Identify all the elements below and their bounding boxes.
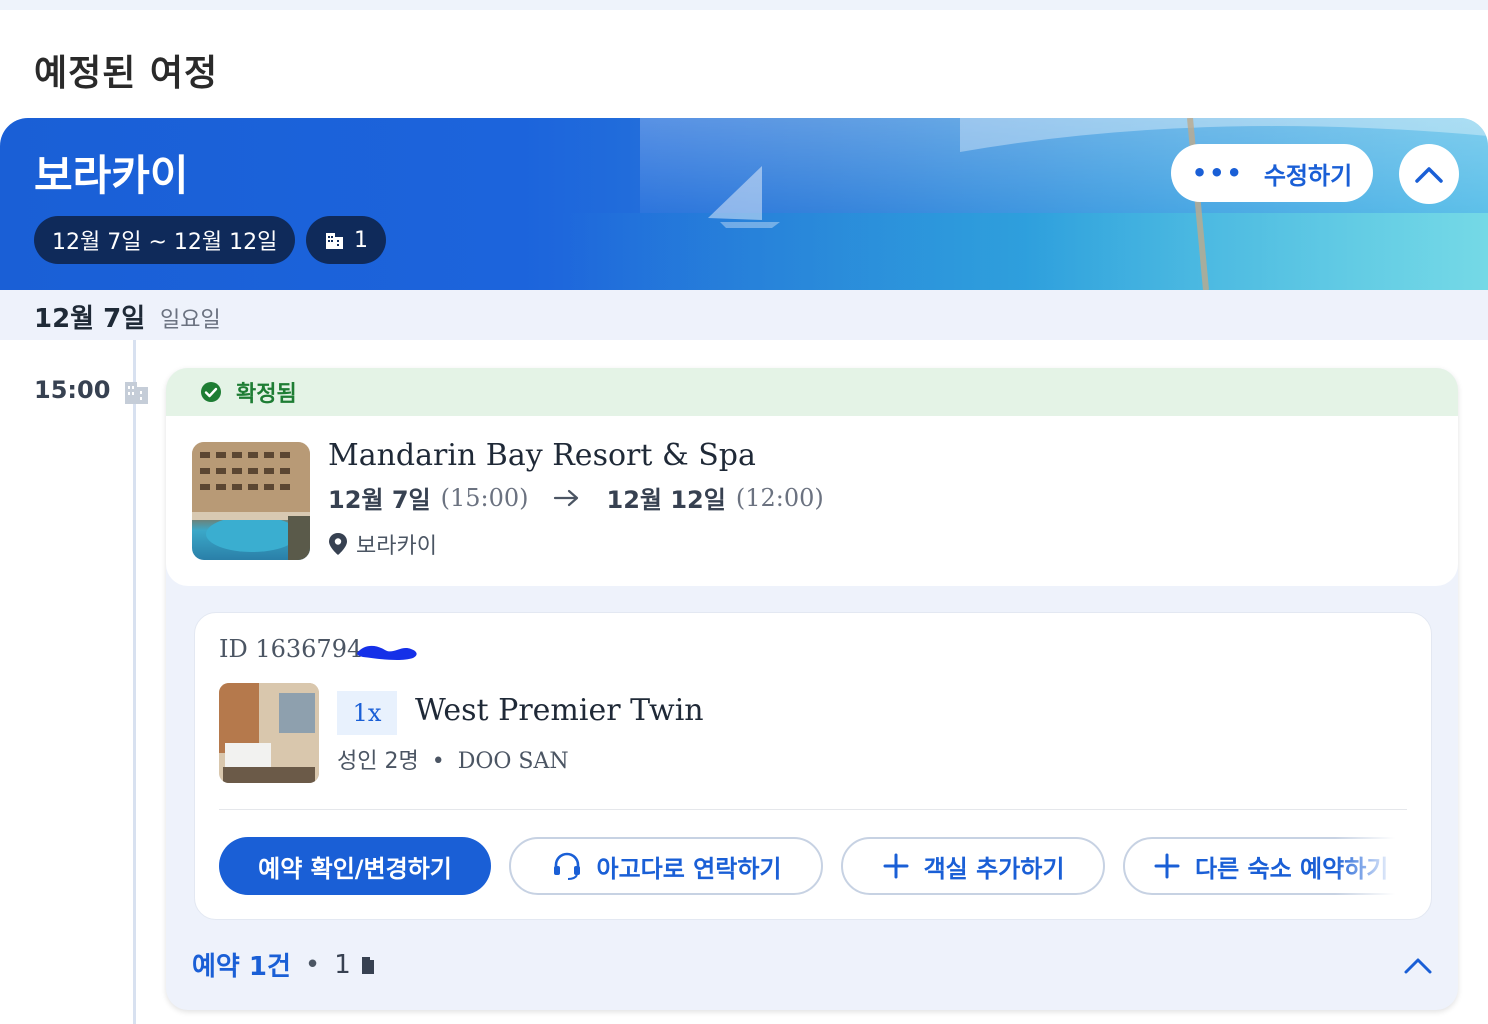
booking-status: 확정됨 [236,382,297,407]
trip-dates-chip: 12월 7일 ~ 12월 12일 [34,216,296,264]
guest-info: 성인 2명 • DOO SAN [337,743,569,775]
map-pin-icon [329,533,347,555]
booking-id: ID 1636794 [219,635,363,663]
checkin-time: (15:00) [440,483,529,512]
trip-banner[interactable]: 보라카이 12월 7일 ~ 12월 12일 1 ••• 수정하기 [0,118,1488,290]
booking-actions: 예약 확인/변경하기 아고다로 연락하기 객실 추가하기 다른 숙소 예약하기 [219,837,1395,897]
trip-destination: 보라카이 [34,151,189,200]
add-room-label: 객실 추가하기 [923,854,1065,883]
chevron-up-icon [1415,167,1443,183]
property-count: 1 [354,227,368,253]
room-thumbnail [219,683,319,783]
arrow-right-icon [553,489,578,506]
divider [219,809,1407,810]
timeline-line [133,340,136,1024]
checkout-date: 12월 12일 [606,486,726,514]
stay-dates: 12월 7일 (15:00) 12월 12일 (12:00) [328,480,824,515]
sailboat-image [708,166,780,228]
booking-card: 확정됨 Mandarin Bay Resort & Spa 12월 7일 (15… [166,368,1458,1010]
day-header: 12월 7일 일요일 [0,290,1488,340]
booking-summary[interactable]: 예약 1건 • 1 [192,946,377,983]
hotel-photo [192,442,310,560]
room-photo [219,683,319,783]
property-count-chip: 1 [306,216,386,264]
hotel-location: 보라카이 [328,528,437,560]
room-count: 1 [334,950,377,980]
building-icon [326,233,343,249]
contact-agoda-label: 아고다로 연락하기 [596,854,782,883]
top-strip [0,0,1488,10]
check-circle-icon [201,382,221,402]
collapse-trip-button[interactable] [1399,144,1459,204]
guest-name: DOO SAN [457,749,569,774]
scroll-fade [1335,837,1395,897]
day-weekday: 일요일 [160,308,221,333]
booking-count: 예약 1건 [192,952,291,982]
ellipsis-icon: ••• [1191,159,1244,187]
room-count-value: 1 [334,949,351,980]
add-room-button[interactable]: 객실 추가하기 [841,837,1105,895]
page-title: 예정된 여정 [34,53,219,94]
edit-trip-label: 수정하기 [1263,161,1353,190]
reservation-details: ID 1636794 1x West Premier Twin 성인 2명 • … [194,612,1432,920]
plus-icon [883,853,909,879]
hotel-location-text: 보라카이 [356,534,437,559]
booking-status-bar: 확정됨 [166,368,1458,416]
redaction-scribble [357,645,417,660]
edit-trip-button[interactable]: ••• 수정하기 [1171,144,1373,202]
chevron-up-icon[interactable] [1400,948,1436,984]
door-icon [361,956,374,974]
hotel-thumbnail [192,442,310,560]
contact-agoda-button[interactable]: 아고다로 연락하기 [509,837,823,895]
guest-count: 성인 2명 [337,749,419,774]
checkin-date: 12월 7일 [328,486,431,514]
trip-dates: 12월 7일 ~ 12월 12일 [52,230,278,255]
timeline-time: 15:00 [34,376,111,404]
checkout-time: (12:00) [735,483,824,512]
room-quantity: 1x [337,691,397,735]
guest-separator: • [431,749,445,774]
manage-booking-button[interactable]: 예약 확인/변경하기 [219,837,491,895]
room-name: West Premier Twin [415,693,704,728]
plus-icon [1154,853,1180,879]
summary-separator: • [304,949,321,980]
day-date: 12월 7일 [34,304,146,334]
headset-icon [553,852,580,880]
hotel-summary[interactable]: Mandarin Bay Resort & Spa 12월 7일 (15:00)… [166,416,1458,586]
hotel-name[interactable]: Mandarin Bay Resort & Spa [328,438,756,473]
building-icon [125,382,148,404]
manage-booking-label: 예약 확인/변경하기 [258,854,452,883]
